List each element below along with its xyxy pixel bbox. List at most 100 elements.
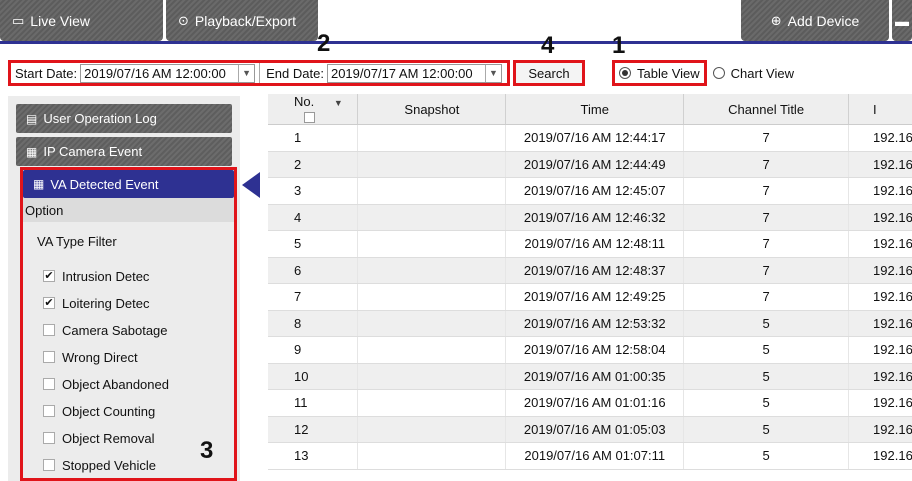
cell-snapshot bbox=[357, 336, 507, 364]
table-row[interactable]: 12 2019/07/16 AM 01:05:03 5 192.16 bbox=[268, 416, 912, 443]
cell-ip: 192.16 bbox=[848, 230, 912, 258]
filter-wrong-direct[interactable]: Wrong Direct bbox=[43, 347, 138, 367]
table-row[interactable]: 8 2019/07/16 AM 12:53:32 5 192.16 bbox=[268, 310, 912, 337]
selection-arrow-icon bbox=[242, 172, 260, 198]
cell-snapshot bbox=[357, 151, 507, 178]
cell-no: 12 bbox=[268, 416, 359, 443]
cell-no: 6 bbox=[268, 257, 359, 284]
sidebar-item-va-detected-event[interactable]: ▦ VA Detected Event bbox=[23, 170, 234, 198]
cell-no: 9 bbox=[268, 336, 359, 364]
checkbox-icon[interactable] bbox=[43, 432, 55, 444]
checkbox-icon[interactable] bbox=[43, 459, 55, 471]
col-header-channel-title[interactable]: Channel Title bbox=[683, 94, 850, 125]
cell-no: 4 bbox=[268, 204, 359, 231]
table-row[interactable]: 3 2019/07/16 AM 12:45:07 7 192.16 bbox=[268, 177, 912, 205]
filter-object-abandoned[interactable]: Object Abandoned bbox=[43, 374, 169, 394]
cell-no: 1 bbox=[268, 124, 359, 152]
sidebar-item-user-operation-log[interactable]: ▤ User Operation Log bbox=[16, 104, 232, 133]
table-row[interactable]: 4 2019/07/16 AM 12:46:32 7 192.16 bbox=[268, 204, 912, 231]
start-date-label: Start Date: bbox=[15, 65, 78, 81]
view-mode-group: Table View Chart View bbox=[612, 60, 794, 86]
cell-time: 2019/07/16 AM 12:49:25 bbox=[505, 283, 685, 311]
chevron-down-icon[interactable]: ▼ bbox=[334, 98, 343, 108]
filter-label: Loitering Detec bbox=[62, 295, 150, 311]
cell-no: 7 bbox=[268, 283, 359, 311]
table-row[interactable]: 13 2019/07/16 AM 01:07:11 5 192.16 bbox=[268, 442, 912, 470]
add-device-button[interactable]: ⊕ Add Device bbox=[741, 0, 889, 41]
more-button[interactable]: ▬ bbox=[892, 0, 912, 41]
checkbox-checked-icon[interactable]: ✔ bbox=[43, 297, 55, 309]
end-date-input[interactable]: 2019/07/17 AM 12:00:00 ▼ bbox=[326, 63, 502, 83]
cell-snapshot bbox=[357, 257, 507, 284]
calendar-icon: ▦ bbox=[33, 177, 45, 191]
cell-channel: 5 bbox=[683, 389, 850, 417]
sidebar-item-label: VA Detected Event bbox=[50, 176, 159, 192]
filter-loitering[interactable]: ✔ Loitering Detec bbox=[43, 293, 149, 313]
table-row[interactable]: 10 2019/07/16 AM 01:00:35 5 192.16 bbox=[268, 363, 912, 390]
table-row[interactable]: 9 2019/07/16 AM 12:58:04 5 192.16 bbox=[268, 336, 912, 364]
filter-intrusion[interactable]: ✔ Intrusion Detec bbox=[43, 266, 149, 286]
checkbox-icon[interactable] bbox=[43, 351, 55, 363]
minus-icon: ▬ bbox=[895, 12, 909, 29]
radio-selected-icon[interactable] bbox=[619, 67, 631, 79]
cell-channel: 5 bbox=[683, 416, 850, 443]
chevron-down-icon[interactable]: ▼ bbox=[484, 64, 501, 82]
cell-channel: 5 bbox=[683, 442, 850, 470]
cell-time: 2019/07/16 AM 01:07:11 bbox=[505, 442, 685, 470]
table-row[interactable]: 11 2019/07/16 AM 01:01:16 5 192.16 bbox=[268, 389, 912, 417]
cell-snapshot bbox=[357, 283, 507, 311]
cell-ip: 192.16 bbox=[848, 389, 912, 417]
checkbox-icon[interactable] bbox=[43, 405, 55, 417]
divider bbox=[259, 63, 261, 83]
cell-ip: 192.16 bbox=[848, 177, 912, 205]
event-table: No. ▼ Snapshot Time Channel Title I 1 201… bbox=[268, 94, 912, 481]
search-button[interactable]: Search bbox=[513, 60, 585, 86]
cell-no: 10 bbox=[268, 363, 359, 390]
filter-object-counting[interactable]: Object Counting bbox=[43, 401, 155, 421]
cell-snapshot bbox=[357, 416, 507, 443]
cell-time: 2019/07/16 AM 12:46:32 bbox=[505, 204, 685, 231]
table-row[interactable]: 5 2019/07/16 AM 12:48:11 7 192.16 bbox=[268, 230, 912, 258]
chevron-down-icon[interactable]: ▼ bbox=[238, 64, 254, 82]
tab-playback-label: Playback/Export bbox=[194, 12, 297, 29]
col-header-snapshot[interactable]: Snapshot bbox=[357, 94, 507, 125]
cell-time: 2019/07/16 AM 12:48:11 bbox=[505, 230, 685, 258]
cell-no: 11 bbox=[268, 389, 359, 417]
table-row[interactable]: 2 2019/07/16 AM 12:44:49 7 192.16 bbox=[268, 151, 912, 178]
sidebar-item-label: IP Camera Event bbox=[43, 144, 143, 159]
select-all-checkbox[interactable] bbox=[304, 112, 315, 124]
filter-label: Wrong Direct bbox=[62, 349, 138, 365]
tab-playback-export[interactable]: ⊙ Playback/Export bbox=[166, 0, 318, 41]
col-header-time[interactable]: Time bbox=[505, 94, 685, 125]
sidebar-item-ip-camera-event[interactable]: ▦ IP Camera Event bbox=[16, 137, 232, 166]
table-view-option[interactable]: Table View bbox=[612, 60, 707, 86]
col-header-ip[interactable]: I bbox=[848, 94, 912, 125]
radio-icon[interactable] bbox=[712, 67, 725, 79]
table-row[interactable]: 7 2019/07/16 AM 12:49:25 7 192.16 bbox=[268, 283, 912, 311]
filter-camera-sabotage[interactable]: Camera Sabotage bbox=[43, 320, 168, 340]
cell-ip: 192.16 bbox=[848, 442, 912, 470]
option-header: Option bbox=[23, 198, 234, 222]
table-row[interactable]: 6 2019/07/16 AM 12:48:37 7 192.16 bbox=[268, 257, 912, 284]
start-date-input[interactable]: 2019/07/16 AM 12:00:00 ▼ bbox=[80, 63, 256, 83]
col-header-no[interactable]: No. ▼ bbox=[268, 94, 359, 125]
filter-stopped-vehicle[interactable]: Stopped Vehicle bbox=[43, 455, 156, 475]
filter-label: Stopped Vehicle bbox=[62, 457, 156, 473]
checkbox-icon[interactable] bbox=[43, 378, 55, 390]
cell-snapshot bbox=[357, 204, 507, 231]
annotation-4: 4 bbox=[541, 32, 555, 59]
tab-live-view[interactable]: ▭ Live View bbox=[0, 0, 163, 41]
cell-time: 2019/07/16 AM 12:53:32 bbox=[505, 310, 685, 337]
cell-ip: 192.16 bbox=[848, 336, 912, 364]
table-row[interactable]: 1 2019/07/16 AM 12:44:17 7 192.16 bbox=[268, 124, 912, 152]
end-date-value: 2019/07/17 AM 12:00:00 bbox=[330, 65, 473, 81]
start-date-value: 2019/07/16 AM 12:00:00 bbox=[84, 65, 226, 81]
cell-channel: 7 bbox=[683, 257, 850, 284]
checkbox-checked-icon[interactable]: ✔ bbox=[43, 270, 55, 282]
chart-view-option[interactable]: Chart View bbox=[712, 66, 794, 81]
cell-ip: 192.16 bbox=[848, 204, 912, 231]
filter-label: Intrusion Detec bbox=[62, 268, 150, 284]
filter-object-removal[interactable]: Object Removal bbox=[43, 428, 154, 448]
cell-snapshot bbox=[357, 442, 507, 470]
checkbox-icon[interactable] bbox=[43, 324, 55, 336]
